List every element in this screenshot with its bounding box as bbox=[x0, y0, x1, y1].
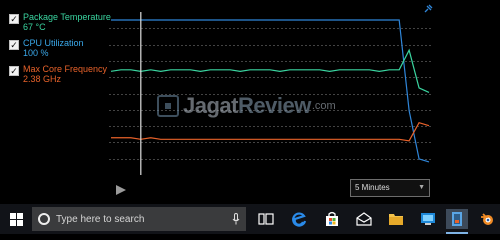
start-button[interactable] bbox=[0, 204, 32, 234]
package-temperature-value: 67 °C bbox=[23, 22, 46, 32]
power-gadget-icon[interactable] bbox=[446, 209, 468, 229]
cpu-utilization-checkbox[interactable]: ✓ bbox=[9, 40, 19, 50]
microphone-icon[interactable] bbox=[232, 213, 240, 225]
power-gadget-window: ✓ Package Temperature 67 °C ✓ CPU Utiliz… bbox=[0, 0, 500, 204]
taskbar-search-box[interactable] bbox=[32, 207, 246, 231]
series-line-0 bbox=[111, 19, 430, 163]
series-line-1 bbox=[110, 48, 430, 94]
metric-cpu-utilization: ✓ CPU Utilization 100 % bbox=[9, 38, 84, 58]
search-input[interactable] bbox=[56, 213, 216, 225]
chevron-down-icon: ▼ bbox=[418, 184, 425, 191]
cpu-utilization-label: CPU Utilization bbox=[23, 38, 84, 48]
play-icon[interactable] bbox=[115, 184, 127, 196]
series-line-2 bbox=[111, 121, 430, 142]
metric-max-core-frequency: ✓ Max Core Frequency 2.38 GHz bbox=[9, 64, 107, 84]
active-app-indicator bbox=[446, 232, 468, 234]
mail-icon[interactable] bbox=[354, 209, 374, 229]
chart-svg bbox=[109, 12, 431, 175]
max-core-frequency-checkbox[interactable]: ✓ bbox=[9, 66, 19, 76]
time-window-value: 5 Minutes bbox=[355, 183, 390, 192]
package-temperature-label: Package Temperature bbox=[23, 12, 111, 22]
pin-icon[interactable] bbox=[423, 4, 433, 14]
remote-desktop-icon[interactable] bbox=[418, 209, 438, 229]
task-view-icon[interactable] bbox=[256, 209, 276, 229]
max-core-frequency-label: Max Core Frequency bbox=[23, 64, 108, 74]
windows-logo-icon bbox=[9, 212, 23, 226]
file-explorer-icon[interactable] bbox=[386, 209, 406, 229]
cortana-icon bbox=[38, 213, 50, 225]
max-core-frequency-value: 2.38 GHz bbox=[23, 74, 62, 84]
edge-browser-icon[interactable] bbox=[289, 209, 309, 229]
package-temperature-checkbox[interactable]: ✓ bbox=[9, 14, 19, 24]
metrics-chart bbox=[109, 12, 431, 175]
cpu-utilization-value: 100 % bbox=[23, 48, 49, 58]
store-icon[interactable] bbox=[322, 209, 342, 229]
taskbar bbox=[0, 204, 500, 234]
time-window-select[interactable]: 5 Minutes ▼ bbox=[350, 179, 430, 197]
blender-icon[interactable] bbox=[477, 209, 497, 229]
metric-package-temperature: ✓ Package Temperature 67 °C bbox=[9, 12, 111, 32]
